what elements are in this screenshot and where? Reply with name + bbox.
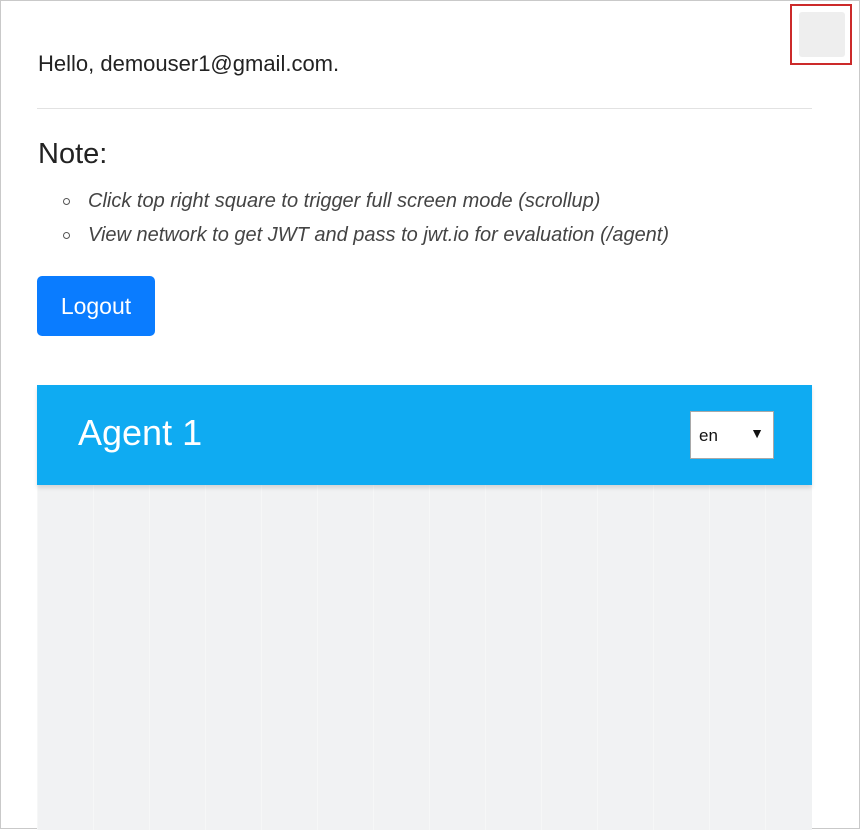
agent-header: Agent 1 en ▼ xyxy=(37,385,812,485)
divider xyxy=(37,108,812,109)
note-item: Click top right square to trigger full s… xyxy=(63,188,669,222)
language-select-value: en xyxy=(699,426,718,445)
page-frame: Hello, demouser1@gmail.com. Note: Click … xyxy=(0,0,860,830)
note-heading: Note: xyxy=(38,138,108,170)
agent-title: Agent 1 xyxy=(78,412,203,453)
greeting-text: Hello, demouser1@gmail.com. xyxy=(38,51,340,76)
circle-bullet-icon xyxy=(63,198,70,205)
note-list: Click top right square to trigger full s… xyxy=(63,188,670,256)
language-select[interactable]: en ▼ xyxy=(690,411,774,459)
circle-bullet-icon xyxy=(63,232,70,239)
note-item-text: View network to get JWT and pass to jwt.… xyxy=(88,224,670,246)
caret-down-icon: ▼ xyxy=(750,425,764,441)
note-item-text: Click top right square to trigger full s… xyxy=(88,190,601,212)
chat-area[interactable] xyxy=(37,485,812,830)
fullscreen-toggle-square[interactable] xyxy=(799,12,845,57)
note-item: View network to get JWT and pass to jwt.… xyxy=(63,222,670,256)
logout-button[interactable]: Logout xyxy=(37,276,155,336)
